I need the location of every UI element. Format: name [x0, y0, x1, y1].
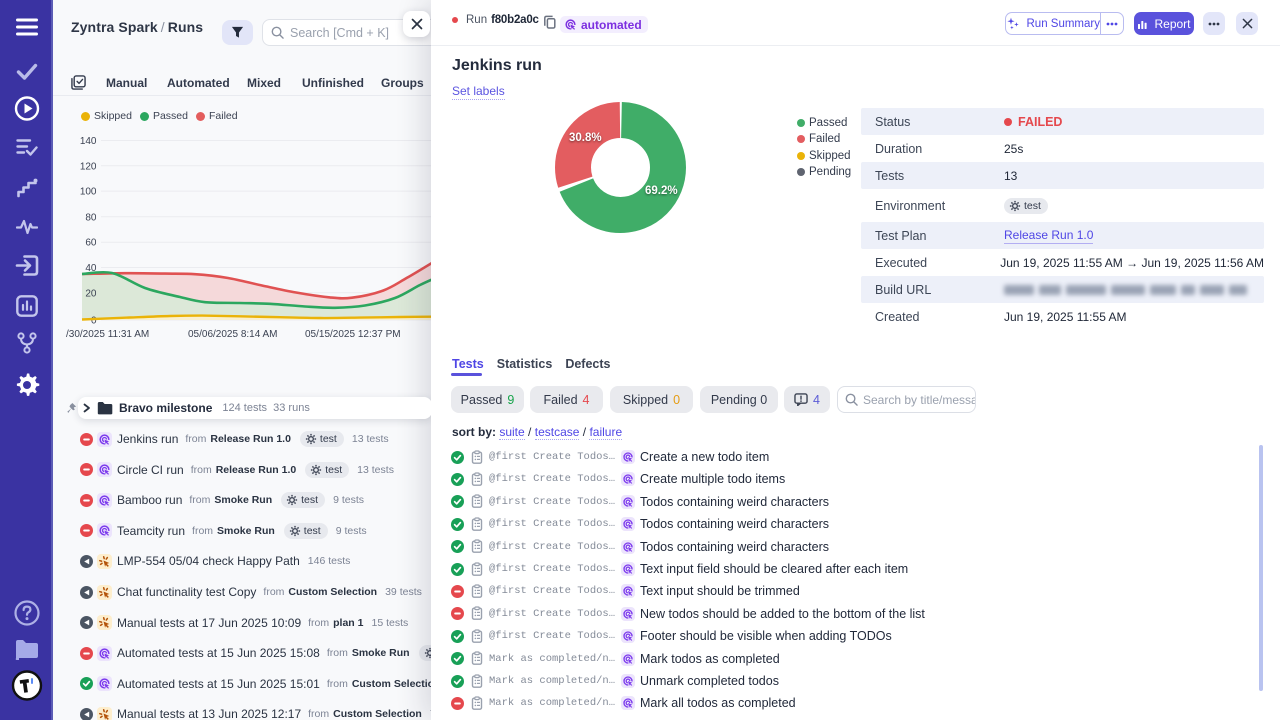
svg-text:05/15/2025 12:37 PM: 05/15/2025 12:37 PM	[305, 329, 401, 340]
svg-text:60: 60	[85, 238, 97, 249]
svg-text:05/06/2025 8:14 AM: 05/06/2025 8:14 AM	[188, 329, 278, 340]
svg-text:140: 140	[80, 136, 97, 147]
svg-text:20: 20	[85, 288, 97, 299]
svg-text:100: 100	[80, 187, 97, 198]
svg-text:80: 80	[85, 212, 97, 223]
svg-text:0: 0	[91, 316, 97, 327]
svg-text:/30/2025 11:31 AM: /30/2025 11:31 AM	[66, 329, 149, 340]
svg-text:120: 120	[80, 161, 97, 172]
